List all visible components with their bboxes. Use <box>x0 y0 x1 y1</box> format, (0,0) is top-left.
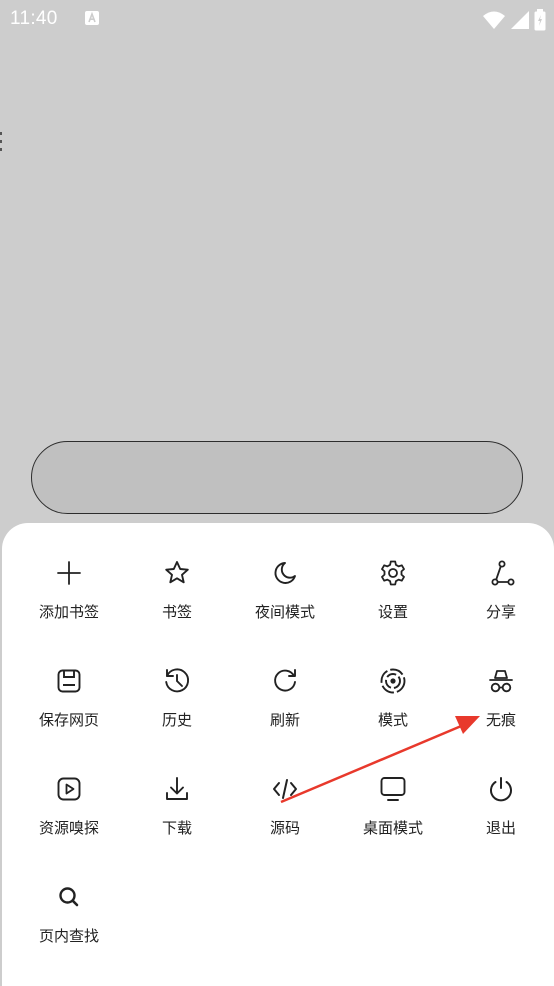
history-icon <box>162 667 192 695</box>
menu-item-label: 页内查找 <box>38 927 99 945</box>
mode-icon <box>378 667 408 695</box>
status-bar: 11:40 <box>0 0 554 38</box>
menu-item-label: 保存网页 <box>38 711 99 729</box>
monitor-icon <box>378 775 408 803</box>
menu-item-save-page[interactable]: 保存网页 <box>15 631 123 729</box>
menu-item-label: 源码 <box>269 819 300 837</box>
star-icon <box>162 559 192 587</box>
share-icon <box>486 559 516 587</box>
battery-icon <box>534 9 546 35</box>
power-icon <box>486 775 516 803</box>
status-time: 11:40 <box>10 8 58 29</box>
menu-item-find-in-page[interactable]: 页内查找 <box>15 847 123 945</box>
menu-item-download[interactable]: 下载 <box>123 739 231 837</box>
notification-a-icon <box>85 11 99 25</box>
moon-icon <box>270 559 300 587</box>
plus-icon <box>54 559 84 587</box>
menu-item-incognito[interactable]: 无痕 <box>447 631 554 729</box>
wifi-icon <box>482 10 506 34</box>
menu-item-label: 下载 <box>161 819 192 837</box>
menu-item-label: 退出 <box>485 819 516 837</box>
menu-item-source-code[interactable]: 源码 <box>231 739 339 837</box>
signal-icon <box>510 10 530 34</box>
menu-item-label: 模式 <box>377 711 408 729</box>
menu-item-label: 夜间模式 <box>254 603 315 621</box>
gear-icon <box>378 559 408 587</box>
menu-item-desktop-mode[interactable]: 桌面模式 <box>339 739 447 837</box>
menu-item-exit[interactable]: 退出 <box>447 739 554 837</box>
incognito-icon <box>486 667 516 695</box>
search-icon <box>54 883 84 911</box>
menu-item-label: 历史 <box>161 711 192 729</box>
menu-item-label: 无痕 <box>485 711 516 729</box>
play-icon <box>54 775 84 803</box>
code-icon <box>270 775 300 803</box>
menu-item-mode[interactable]: 模式 <box>339 631 447 729</box>
menu-item-label: 设置 <box>377 603 408 621</box>
menu-item-label: 分享 <box>485 603 516 621</box>
menu-sheet: 添加书签 书签 夜间模式 设置 分享 保存网页 历史 刷新 模式 无痕 资源嗅探… <box>2 523 554 986</box>
status-icons <box>482 9 546 35</box>
menu-item-refresh[interactable]: 刷新 <box>231 631 339 729</box>
menu-item-label: 资源嗅探 <box>38 819 99 837</box>
menu-item-resource-sniffer[interactable]: 资源嗅探 <box>15 739 123 837</box>
menu-item-label: 书签 <box>161 603 192 621</box>
save-icon <box>54 667 84 695</box>
refresh-icon <box>270 667 300 695</box>
menu-item-night-mode[interactable]: 夜间模式 <box>231 523 339 621</box>
menu-item-history[interactable]: 历史 <box>123 631 231 729</box>
menu-item-label: 添加书签 <box>38 603 99 621</box>
download-icon <box>162 775 192 803</box>
menu-item-bookmarks[interactable]: 书签 <box>123 523 231 621</box>
menu-item-add-bookmark[interactable]: 添加书签 <box>15 523 123 621</box>
menu-item-label: 刷新 <box>269 711 300 729</box>
menu-item-settings[interactable]: 设置 <box>339 523 447 621</box>
address-bar[interactable] <box>31 441 523 514</box>
edge-marker <box>0 132 2 151</box>
menu-item-label: 桌面模式 <box>362 819 423 837</box>
menu-item-share[interactable]: 分享 <box>447 523 554 621</box>
